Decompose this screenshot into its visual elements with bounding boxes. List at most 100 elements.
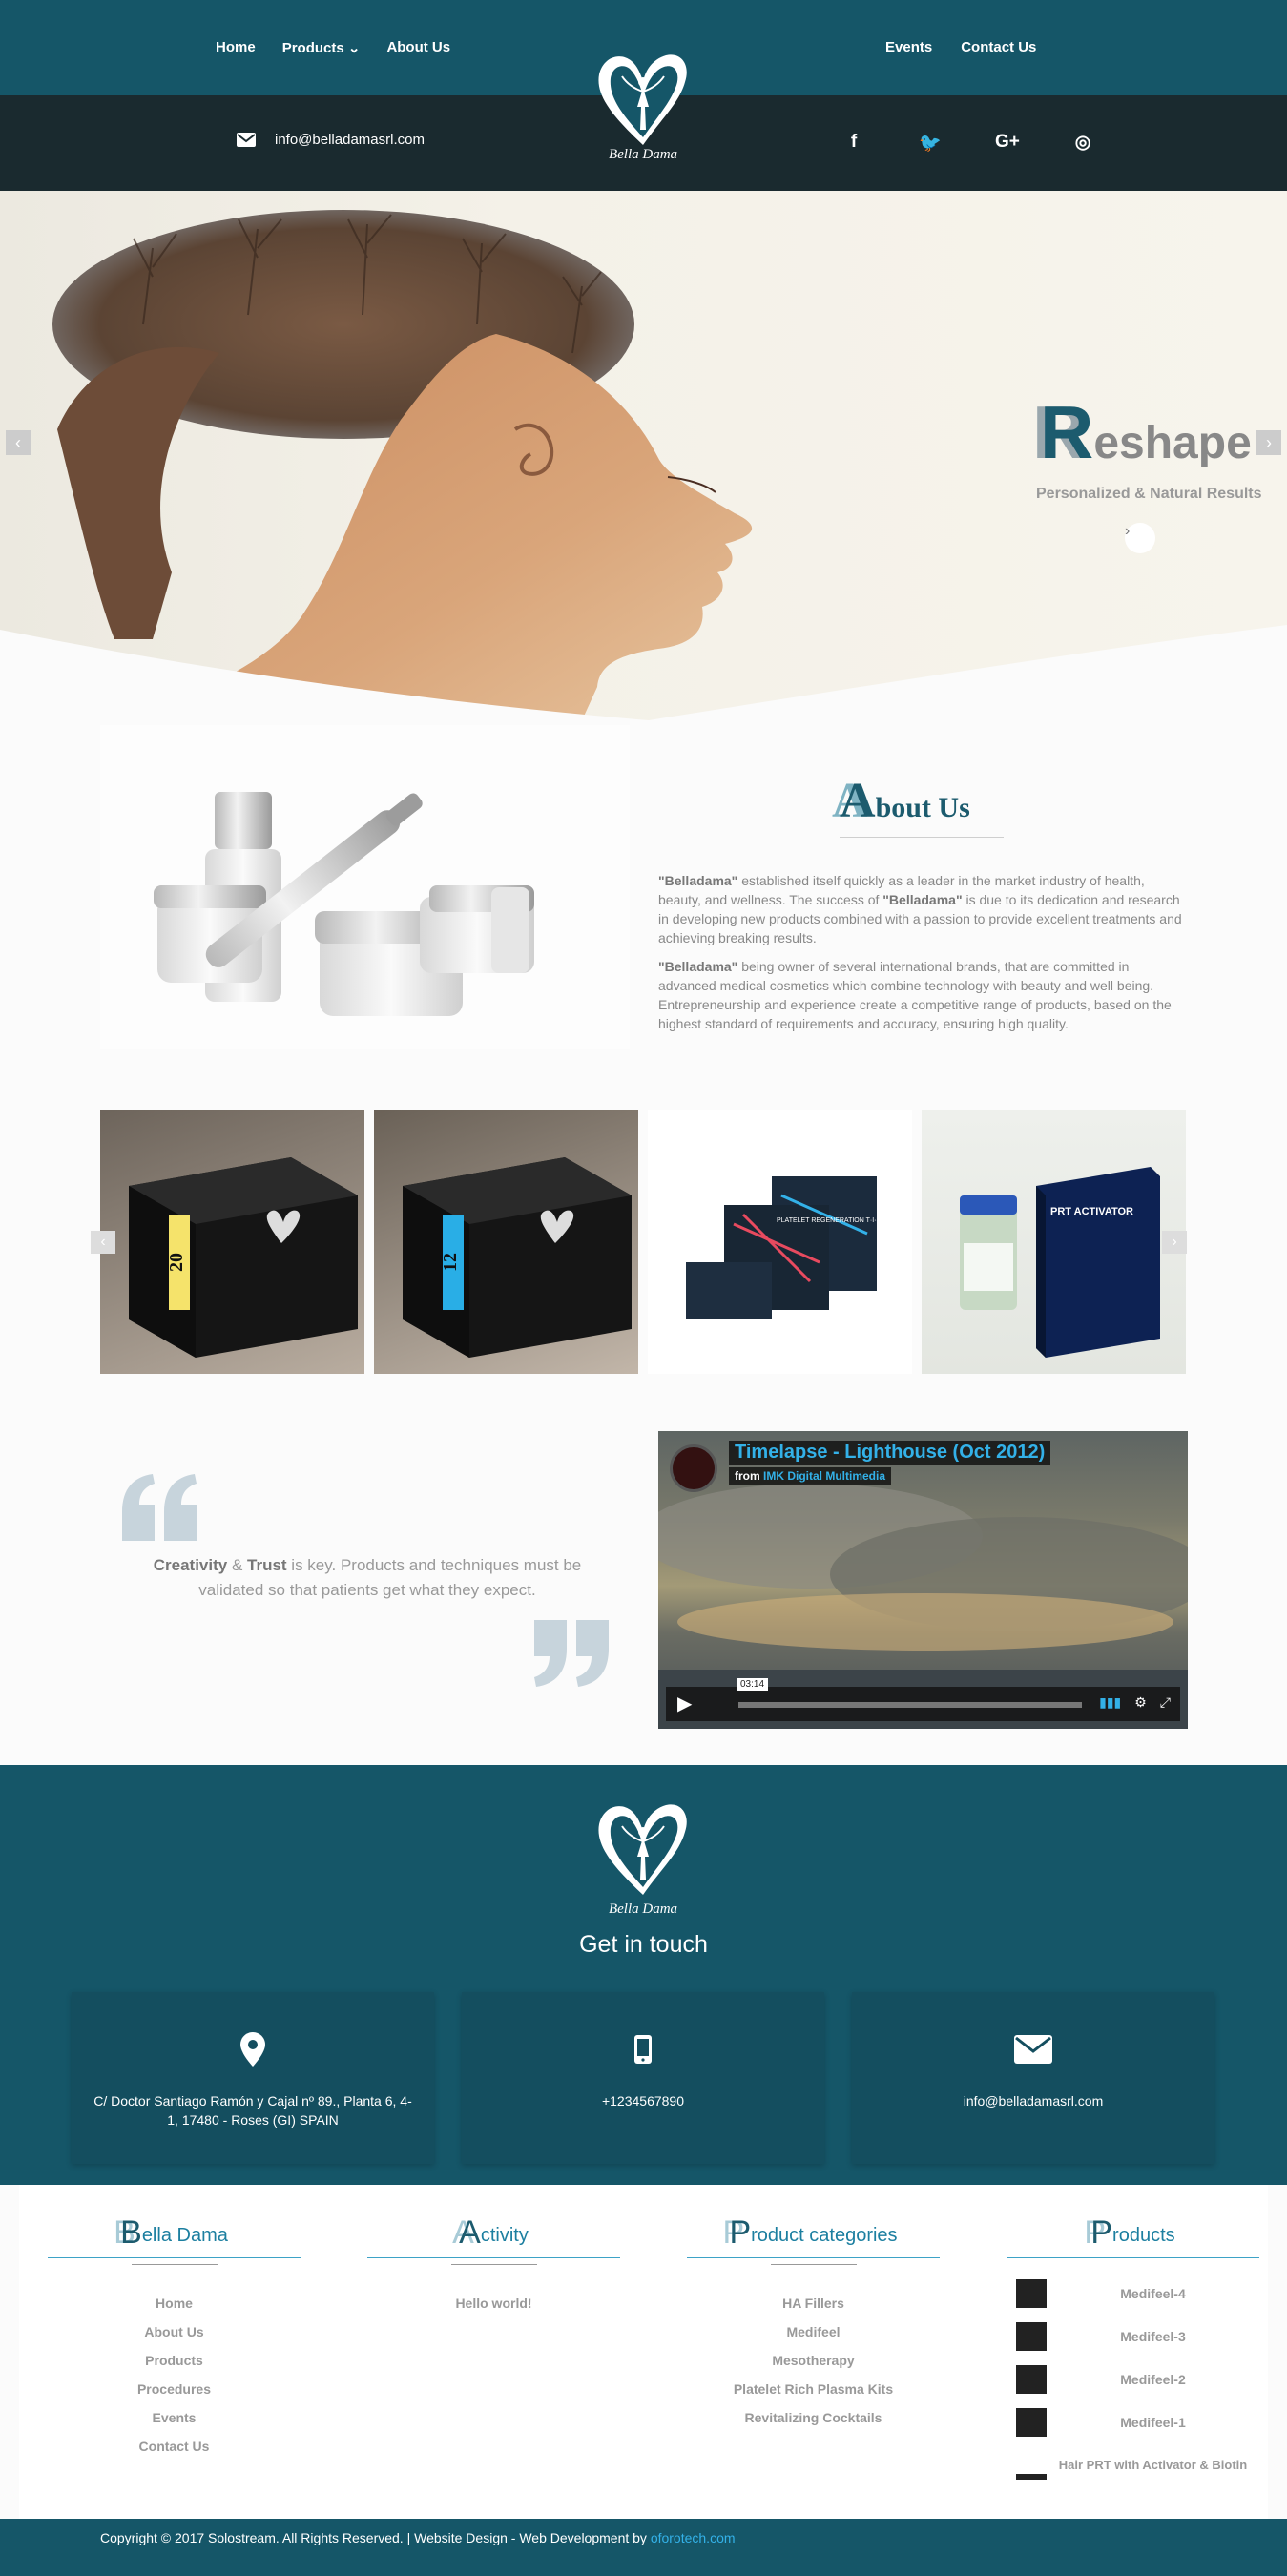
footer-post-link[interactable]: Hello world! [367,2294,620,2322]
product-item[interactable]: Medifeel-3 [1007,2315,1259,2358]
video-author-avatar[interactable] [670,1444,717,1492]
header-email[interactable]: info@belladamasrl.com [237,132,425,148]
social-links: f 🐦 G+ ◎ [842,132,1094,155]
video-progress-bar[interactable] [738,1702,1082,1708]
gallery-next-arrow[interactable]: › [1162,1231,1187,1254]
site-logo[interactable]: Bella Dama [590,50,696,172]
divider [367,2257,620,2258]
envelope-icon [1014,2035,1052,2064]
category-link[interactable]: Medifeel [687,2322,940,2351]
copyright-bar: Copyright © 2017 Solostream. All Rights … [0,2519,1287,2576]
video-title[interactable]: Timelapse - Lighthouse (Oct 2012) [729,1441,1051,1465]
about-product-image [100,725,630,1049]
phone-text[interactable]: +1234567890 [462,2091,824,2110]
product-item[interactable]: Medifeel-2 [1007,2358,1259,2400]
footer-link-products[interactable]: Products [48,2351,301,2379]
product-thumbnail [1016,2364,1047,2394]
product-name: Medifeel-3 [1120,2328,1186,2344]
category-link[interactable]: Mesotherapy [687,2351,940,2379]
product-item[interactable]: Hair PRT with Activator & Biotin [1007,2443,1259,2486]
svg-text:20: 20 [166,1253,187,1272]
prt-activator-box: PRT ACTIVATOR [960,1167,1160,1358]
get-in-touch-heading: Get in touch [579,1931,708,1958]
product-item[interactable]: Medifeel-4 [1007,2272,1259,2315]
email-text[interactable]: info@belladamasrl.com [852,2091,1214,2110]
nav-left: Home Products ⌄ About Us [216,39,450,56]
fullscreen-icon[interactable]: ⤢ [1160,1694,1171,1711]
hero-subtitle: Personalized & Natural Results [1036,486,1262,502]
footer-contact-section: Bella Dama Get in touch C/ Doctor Santia… [0,1765,1287,2185]
category-link[interactable]: HA Fillers [687,2294,940,2322]
email-card: info@belladamasrl.com [852,1992,1214,2164]
heart-figure-logo-icon [598,54,687,146]
product-thumbnail [1016,2278,1047,2308]
nav-about-link[interactable]: About Us [386,39,450,56]
product-name: Medifeel-1 [1120,2414,1186,2430]
footer-col-heading: Bella Dama [120,2214,228,2251]
heart-figure-logo-icon [598,1804,687,1895]
video-duration: 03:14 [737,1678,769,1691]
gallery-prev-arrow[interactable]: ‹ [91,1231,115,1254]
address-text: C/ Doctor Santiago Ramón y Cajal nº 89.,… [93,2093,412,2128]
video-control-icons: ▮▮▮ ⚙ ⤢ [1099,1694,1171,1711]
developer-link[interactable]: oforotech.com [651,2530,736,2545]
google-plus-icon[interactable]: G+ [995,132,1020,155]
video-controls: ▶ 03:14 ▮▮▮ ⚙ ⤢ [666,1678,1180,1721]
divider [450,2264,537,2265]
product-item[interactable]: Medifeel-1 [1007,2400,1259,2443]
footer-logo[interactable]: Bella Dama [590,1799,696,1918]
footer-col-heading: Product categories [729,2214,898,2251]
hero-cta-button[interactable]: › [1125,523,1155,553]
product-list: Medifeel-4 Medifeel-3 Medifeel-2 Medifee… [1007,2272,1259,2486]
nav-events-link[interactable]: Events [885,39,932,55]
nav-right: Events Contact Us [885,39,1036,55]
nav-contact-link[interactable]: Contact Us [961,39,1036,55]
footer-links-section: Bella Dama Home About Us Products Proced… [19,2185,1268,2519]
footer-col-activity: Activity Hello world! [367,2213,620,2322]
category-link[interactable]: Revitalizing Cocktails [687,2408,940,2437]
phone-card: +1234567890 [462,1992,824,2164]
volume-icon[interactable]: ▮▮▮ [1099,1694,1121,1711]
about-divider [840,837,1004,838]
twitter-icon[interactable]: 🐦 [919,132,942,155]
footer-col-heading: Activity [459,2214,529,2251]
nav-products-link[interactable]: Products ⌄ [282,39,361,56]
svg-text:PRT ACTIVATOR: PRT ACTIVATOR [1050,1206,1133,1217]
gallery-tile-1[interactable]: 20 [100,1110,364,1374]
category-link[interactable]: Platelet Rich Plasma Kits [687,2379,940,2408]
footer-link-events[interactable]: Events [48,2408,301,2437]
gallery-tile-2[interactable]: 12 [374,1110,638,1374]
footer-col-products: Products Medifeel-4 Medifeel-3 Medifeel-… [1007,2213,1259,2486]
about-paragraph-2: "Belladama" being owner of several inter… [658,959,1172,1031]
hero-next-arrow[interactable]: › [1256,430,1281,455]
nav-home-link[interactable]: Home [216,39,256,56]
gallery-tile-4[interactable]: PRT ACTIVATOR [922,1110,1186,1374]
video-author-link[interactable]: IMK Digital Multimedia [763,1469,885,1483]
footer-col-categories: Product categories HA Fillers Medifeel M… [687,2213,940,2437]
footer-link-home[interactable]: Home [48,2294,301,2322]
divider [770,2264,857,2265]
footer-logo-text: Bella Dama [608,1901,678,1917]
hero-prev-arrow[interactable]: ‹ [6,430,31,455]
svg-text:12: 12 [440,1253,461,1272]
facebook-icon[interactable]: f [842,132,865,155]
product-gallery: 20 12 PLATELET REGENERATION T·I·S·S·U·E [91,1110,1188,1374]
settings-gear-icon[interactable]: ⚙ [1134,1694,1147,1711]
video-player[interactable]: Timelapse - Lighthouse (Oct 2012) from I… [658,1431,1188,1729]
gallery-tile-3[interactable]: PLATELET REGENERATION T·I·S·S·U·E [648,1110,912,1374]
quote-text: Creativity & Trust is key. Products and … [153,1556,582,1599]
product-name: Hair PRT with Activator & Biotin [1058,2458,1248,2472]
hero-title: Reshape [1040,390,1252,474]
instagram-icon[interactable]: ◎ [1071,132,1094,155]
about-heading: About Us [840,774,970,828]
about-paragraph-1: "Belladama" established itself quickly a… [658,873,1182,945]
footer-link-procedures[interactable]: Procedures [48,2379,301,2408]
play-icon[interactable]: ▶ [677,1693,700,1715]
product-name: Medifeel-2 [1120,2371,1186,2387]
footer-link-contact[interactable]: Contact Us [48,2437,301,2465]
logo-text: Bella Dama [608,147,678,162]
footer-col-bella-dama: Bella Dama Home About Us Products Proced… [48,2213,301,2465]
footer-col-heading: Products [1090,2214,1175,2251]
product-box-black-yellow: 20 [129,1157,358,1358]
footer-link-about[interactable]: About Us [48,2322,301,2351]
